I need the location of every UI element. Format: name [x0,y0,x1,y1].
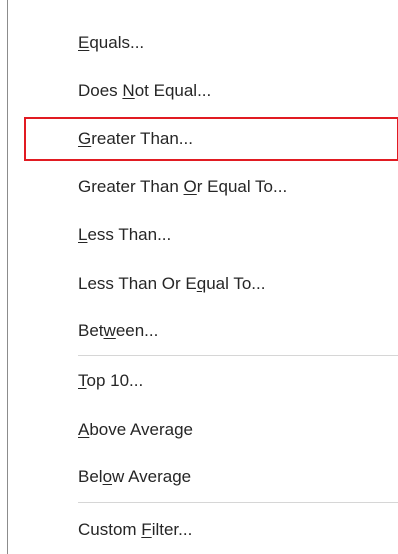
menu-item-above-average[interactable]: Above Average [8,410,398,450]
menu-item-label: Top 10... [78,371,144,390]
menu-item-less-than[interactable]: Less Than... [8,215,398,255]
menu-item-does-not-equal[interactable]: Does Not Equal... [8,71,398,111]
menu-item-equals[interactable]: Equals... [8,23,398,63]
menu-item-label: Custom Filter... [78,520,193,539]
menu-item-label: Equals... [78,33,145,52]
menu-item-less-than-or-equal-to[interactable]: Less Than Or Equal To... [8,264,398,304]
menu-item-between[interactable]: Between... [8,311,398,351]
menu-item-custom-filter[interactable]: Custom Filter... [8,510,398,550]
menu-item-label: Greater Than Or Equal To... [78,177,288,196]
menu-item-top-10[interactable]: Top 10... [8,361,398,401]
menu-item-label: Less Than... [78,225,172,244]
menu-item-greater-than-or-equal-to[interactable]: Greater Than Or Equal To... [8,167,398,207]
menu-item-label: Less Than Or Equal To... [78,274,266,293]
menu-separator [78,355,398,356]
menu-item-label: Between... [78,321,159,340]
menu-item-below-average[interactable]: Below Average [8,457,398,497]
menu-item-label: Above Average [78,420,194,439]
menu-item-greater-than[interactable]: Greater Than... [24,117,398,161]
menu-item-label: Does Not Equal... [78,81,212,100]
menu-item-label: Greater Than... [78,129,193,148]
conditional-filter-menu: Equals... Does Not Equal... Greater Than… [7,0,398,554]
menu-item-label: Below Average [78,467,192,486]
menu-separator [78,502,398,503]
